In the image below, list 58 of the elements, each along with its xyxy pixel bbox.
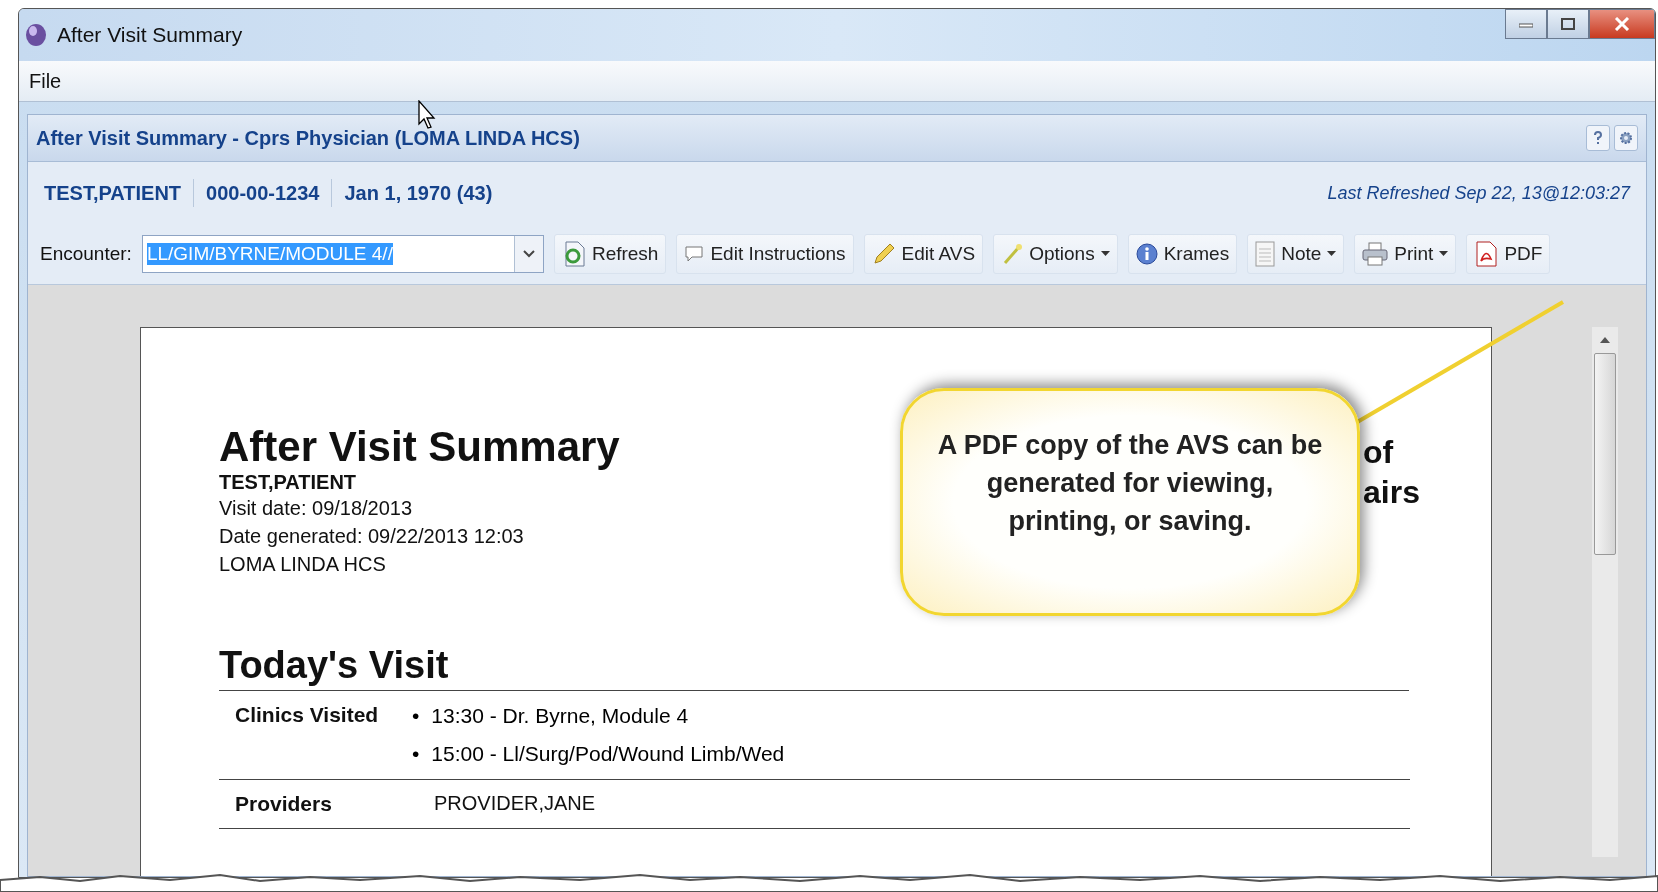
pencil-icon — [871, 242, 896, 266]
heading-fragment: of — [1363, 433, 1395, 472]
patient-name: TEST,PATIENT — [44, 181, 182, 205]
toolbar-button[interactable]: Options — [993, 234, 1118, 274]
caret-icon — [1439, 251, 1449, 257]
toolbar-button[interactable]: Edit AVS — [863, 234, 984, 274]
panel-title: After Visit Summary - Cprs Physician (LOMA LINDA HCS) — [36, 126, 580, 150]
settings-button[interactable] — [1614, 125, 1638, 151]
visit-date: Visit date: 09/18/2013 — [219, 496, 413, 521]
info-icon — [1135, 243, 1158, 265]
last-refreshed: Last Refreshed Sep 22, 13@12:03:27 — [1327, 182, 1630, 204]
dropdown-caret-icon — [522, 250, 535, 258]
toolbar-button[interactable]: Krames — [1127, 234, 1238, 274]
window-title: After Visit Summary — [57, 23, 243, 47]
caret-icon — [1327, 251, 1337, 257]
bullet: • — [412, 703, 420, 729]
help-icon — [1593, 131, 1603, 145]
document-icon — [1255, 241, 1276, 267]
row-label: Clinics Visited — [235, 703, 380, 728]
scroll-up-icon — [1600, 337, 1610, 343]
document-title: After Visit Summary — [219, 423, 620, 471]
printer-icon — [1362, 242, 1389, 266]
close-button[interactable] — [1589, 9, 1655, 39]
orb-icon — [25, 23, 47, 47]
section-heading: Today's Visit — [219, 640, 1409, 691]
toolbar-button[interactable]: Note — [1247, 234, 1345, 274]
scroll-thumb[interactable] — [1594, 353, 1616, 555]
row-value: PROVIDER,JANE — [433, 792, 596, 816]
settings-icon — [1619, 131, 1633, 145]
toolbar-button[interactable]: Print — [1354, 234, 1457, 274]
wand-icon — [1001, 243, 1024, 265]
cursor-icon — [418, 100, 438, 130]
help-button[interactable] — [1586, 125, 1610, 151]
toolbar-button[interactable]: PDF — [1466, 234, 1551, 274]
close-icon — [1614, 17, 1630, 31]
caret-icon — [1100, 251, 1110, 257]
row-label: Providers — [235, 792, 333, 816]
minimize-button[interactable] — [1505, 9, 1547, 39]
toolbar-button[interactable]: Refresh — [553, 234, 667, 274]
scrollbar[interactable] — [1592, 327, 1618, 857]
maximize-button[interactable] — [1547, 9, 1589, 39]
minimize-icon — [1519, 20, 1533, 28]
speech-bubble-icon — [684, 245, 705, 263]
bullet: • — [412, 741, 420, 767]
document-patient: TEST,PATIENT — [219, 471, 357, 494]
list-item: 15:00 - Ll/Surg/Pod/Wound Limb/Wed — [431, 741, 785, 767]
facility-name: LOMA LINDA HCS — [219, 552, 386, 577]
encounter-label: Encounter: — [40, 243, 132, 265]
patient-ssn: 000-00-1234 — [206, 181, 320, 205]
menu-item[interactable]: File — [29, 69, 62, 93]
callout-text: A PDF copy of the AVS can be generated for viewing, printing, or saving. — [936, 429, 1324, 538]
patient-dob: Jan 1, 1970 (43) — [344, 181, 493, 205]
list-item: 13:30 - Dr. Byrne, Module 4 — [431, 703, 689, 729]
toolbar-button[interactable]: Edit Instructions — [676, 234, 854, 274]
date-generated: Date generated: 09/22/2013 12:03 — [219, 524, 524, 549]
heading-fragment: airs — [1363, 473, 1420, 512]
pdf-file-icon — [1474, 241, 1499, 267]
maximize-icon — [1561, 18, 1575, 30]
